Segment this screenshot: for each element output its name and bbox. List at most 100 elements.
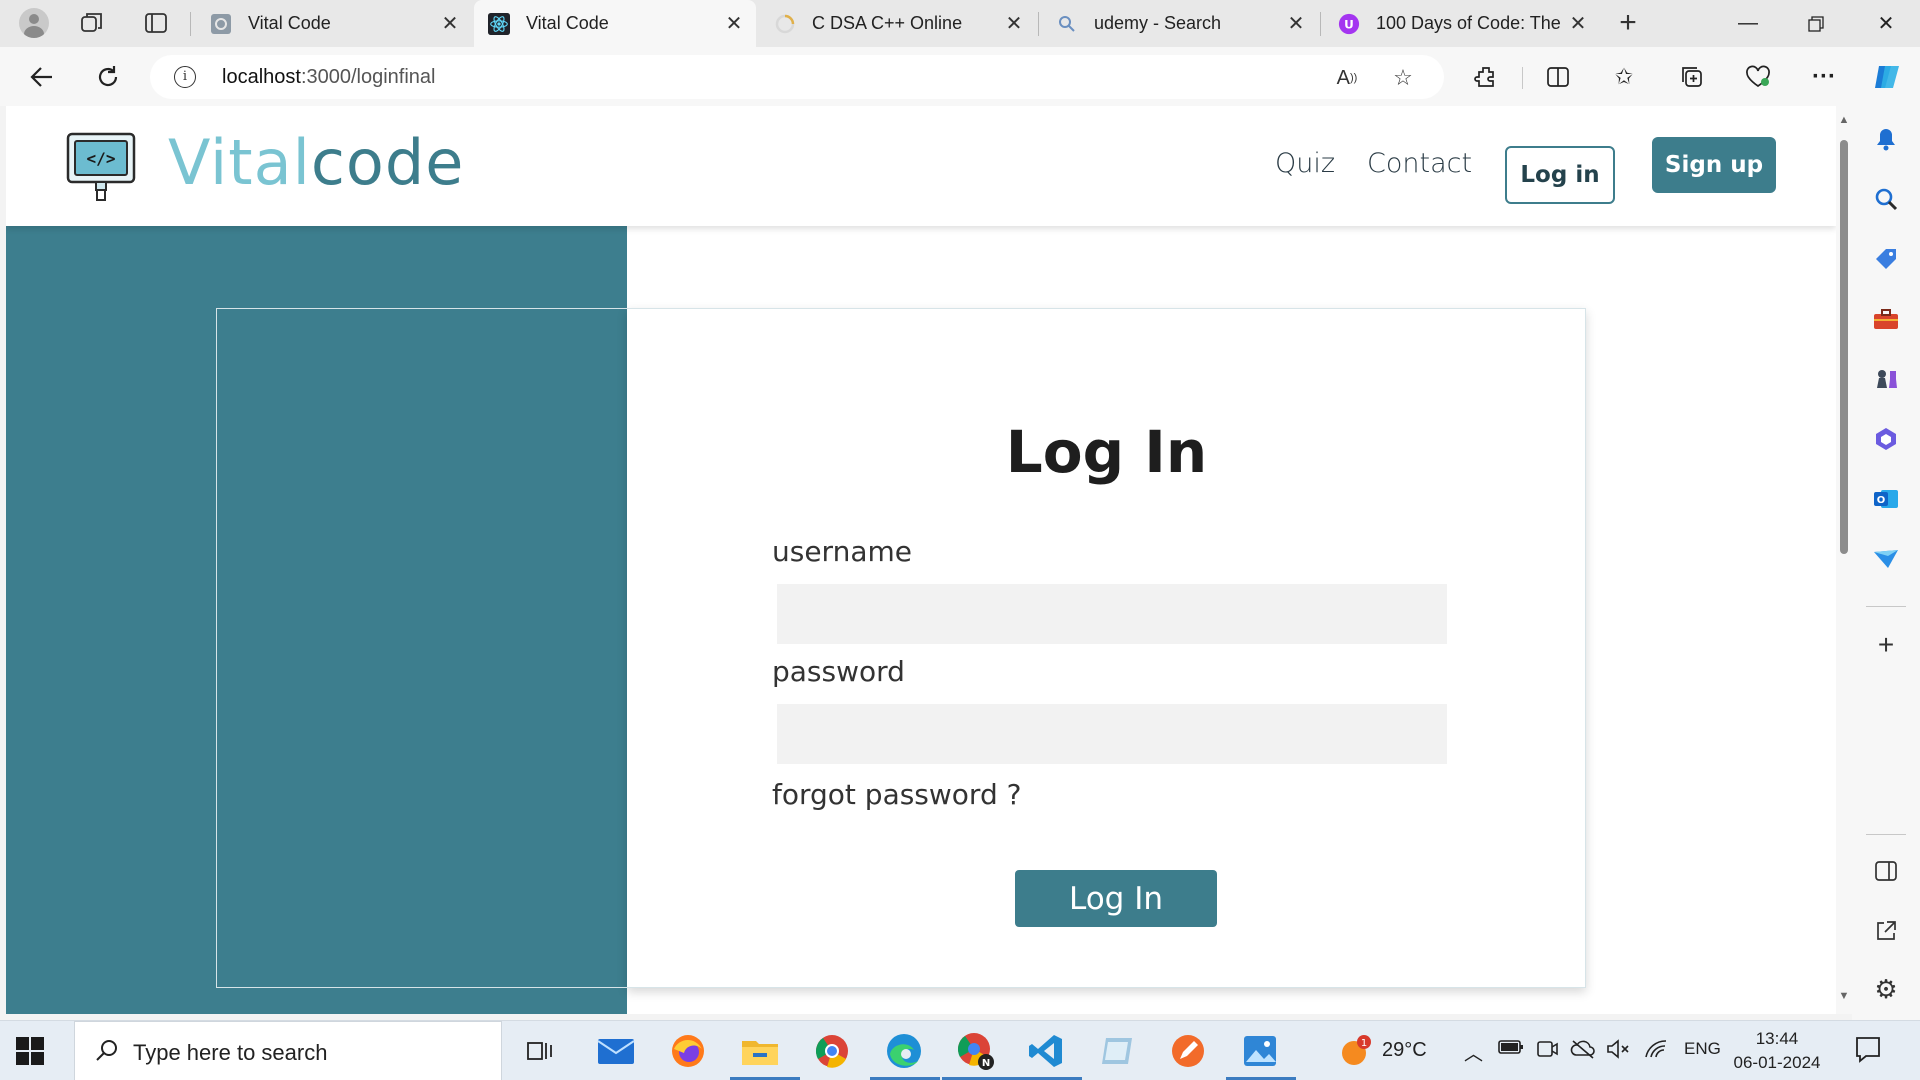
send-paper-plane-icon[interactable]	[1869, 542, 1903, 576]
add-sidebar-app-icon[interactable]: +	[1869, 628, 1903, 662]
tab-title: 100 Days of Code: The	[1376, 13, 1561, 33]
firefox-icon[interactable]	[664, 1029, 712, 1073]
logo-monitor-icon: </>	[66, 132, 136, 201]
browser-essentials-icon[interactable]	[1742, 61, 1774, 93]
shopping-tag-icon[interactable]	[1869, 242, 1903, 276]
read-aloud-icon[interactable]: A))	[1332, 63, 1362, 93]
notification-center-icon[interactable]	[1854, 1035, 1886, 1065]
new-tab-icon[interactable]: +	[1608, 5, 1648, 41]
wifi-icon[interactable]	[1644, 1039, 1668, 1065]
svg-text:U: U	[1344, 17, 1354, 31]
tab-5[interactable]: U 100 Days of Code: The ✕	[1324, 0, 1600, 47]
weather-icon[interactable]: 1	[1332, 1029, 1380, 1073]
tab-title: udemy - Search	[1094, 13, 1222, 33]
search-favicon-icon	[1056, 13, 1078, 35]
games-chess-icon[interactable]	[1869, 362, 1903, 396]
workspaces-icon[interactable]	[72, 5, 112, 41]
page-viewport: </> Vitalcode Quiz Contact Log in Sign u…	[6, 106, 1836, 1014]
url-text[interactable]: localhost:3000/loginfinal	[222, 66, 436, 89]
photos-app-icon[interactable]	[1236, 1029, 1284, 1073]
outlook-icon[interactable]: O	[1869, 482, 1903, 516]
back-icon[interactable]	[22, 57, 62, 97]
svg-text:</>: </>	[87, 149, 116, 168]
scroll-up-icon[interactable]: ▲	[1838, 114, 1850, 126]
tab-actions-icon[interactable]	[136, 5, 176, 41]
copilot-icon[interactable]	[1870, 59, 1906, 95]
favorites-icon[interactable]: ✩	[1608, 61, 1640, 93]
task-view-icon[interactable]	[516, 1029, 564, 1073]
svg-text:O: O	[1877, 495, 1886, 506]
collections-icon[interactable]	[1676, 61, 1708, 93]
open-external-icon[interactable]	[1869, 914, 1903, 948]
windows-taskbar: Type here to search N 1 29°C ︿ ENG 13:44…	[0, 1020, 1920, 1080]
tab-2-active[interactable]: Vital Code ✕	[474, 0, 756, 47]
minimize-icon[interactable]: —	[1714, 0, 1782, 47]
site-header: </> Vitalcode Quiz Contact Log in Sign u…	[6, 106, 1836, 226]
nav-quiz-link[interactable]: Quiz	[1275, 148, 1335, 179]
notifications-bell-icon[interactable]	[1869, 122, 1903, 156]
meet-now-icon[interactable]	[1536, 1039, 1558, 1065]
tools-briefcase-icon[interactable]	[1869, 302, 1903, 336]
extensions-icon[interactable]	[1470, 61, 1502, 93]
header-signup-button[interactable]: Sign up	[1652, 137, 1776, 193]
udemy-favicon-icon: U	[1338, 13, 1360, 35]
taskbar-search-box[interactable]: Type here to search	[74, 1021, 502, 1080]
notes-app-icon[interactable]	[1094, 1029, 1142, 1073]
taskbar-clock[interactable]: 13:44 06-01-2024	[1732, 1027, 1822, 1075]
chrome-icon[interactable]	[808, 1029, 856, 1073]
settings-gear-icon[interactable]: ⚙	[1869, 972, 1903, 1006]
split-screen-icon[interactable]	[1542, 61, 1574, 93]
browser-toolbar: i localhost:3000/loginfinal A)) ☆ ✩ ···	[0, 47, 1920, 106]
restore-icon[interactable]	[1782, 0, 1850, 47]
tab-4[interactable]: udemy - Search ✕	[1042, 0, 1318, 47]
favorite-star-icon[interactable]: ☆	[1388, 63, 1418, 93]
page-scrollbar[interactable]: ▲ ▼	[1836, 106, 1852, 1014]
edge-sidebar: O + ⚙	[1852, 106, 1920, 1020]
close-tab-icon[interactable]: ✕	[436, 11, 464, 36]
weather-temperature[interactable]: 29°C	[1382, 1039, 1427, 1062]
search-placeholder: Type here to search	[133, 1040, 328, 1065]
loading-favicon-icon	[774, 13, 796, 35]
refresh-icon[interactable]	[88, 57, 128, 97]
browser-tab-strip: Vital Code ✕ Vital Code ✕ C DSA C++ Onli…	[0, 0, 1920, 47]
react-favicon-icon	[488, 12, 510, 35]
profile-avatar-icon[interactable]	[14, 5, 54, 41]
windows-start-icon[interactable]	[16, 1037, 44, 1065]
clock-date: 06-01-2024	[1733, 1053, 1821, 1072]
scroll-down-icon[interactable]: ▼	[1838, 990, 1850, 1002]
tab-title: Vital Code	[248, 13, 331, 33]
language-indicator[interactable]: ENG	[1684, 1039, 1721, 1059]
close-tab-icon[interactable]: ✕	[1564, 11, 1592, 36]
onedrive-cloud-off-icon[interactable]	[1570, 1039, 1596, 1065]
tray-overflow-chevron-icon[interactable]: ︿	[1464, 1039, 1483, 1066]
site-info-icon[interactable]: i	[174, 66, 196, 88]
gear-favicon-icon	[210, 13, 232, 35]
close-tab-icon[interactable]: ✕	[1282, 11, 1310, 36]
close-window-icon[interactable]: ✕	[1852, 0, 1920, 47]
edge-browser-icon[interactable]	[880, 1029, 928, 1073]
drawing-app-icon[interactable]	[1164, 1029, 1212, 1073]
tab-3[interactable]: C DSA C++ Online ✕	[760, 0, 1036, 47]
volume-muted-icon[interactable]	[1606, 1039, 1630, 1065]
scroll-thumb[interactable]	[1840, 140, 1848, 554]
vscode-icon[interactable]	[1022, 1029, 1070, 1073]
close-tab-icon[interactable]: ✕	[720, 11, 748, 36]
hide-sidebar-icon[interactable]	[1869, 854, 1903, 888]
header-login-button[interactable]: Log in	[1505, 146, 1615, 204]
search-icon[interactable]	[1869, 182, 1903, 216]
clock-time: 13:44	[1755, 1029, 1799, 1048]
more-menu-icon[interactable]: ···	[1808, 61, 1840, 93]
close-tab-icon[interactable]: ✕	[1000, 11, 1028, 36]
tab-title: Vital Code	[526, 13, 609, 33]
brand-wordmark[interactable]: Vitalcode	[168, 126, 464, 199]
microsoft-365-icon[interactable]	[1869, 422, 1903, 456]
mail-app-icon[interactable]	[592, 1029, 640, 1073]
address-bar[interactable]: i localhost:3000/loginfinal A)) ☆	[150, 55, 1444, 99]
svg-text:N: N	[982, 1058, 990, 1069]
chrome-profile-icon[interactable]: N	[952, 1029, 1000, 1073]
battery-icon[interactable]	[1498, 1039, 1524, 1061]
file-explorer-icon[interactable]	[736, 1029, 784, 1073]
search-icon	[95, 1038, 119, 1069]
nav-contact-link[interactable]: Contact	[1367, 148, 1472, 179]
tab-1[interactable]: Vital Code ✕	[196, 0, 472, 47]
